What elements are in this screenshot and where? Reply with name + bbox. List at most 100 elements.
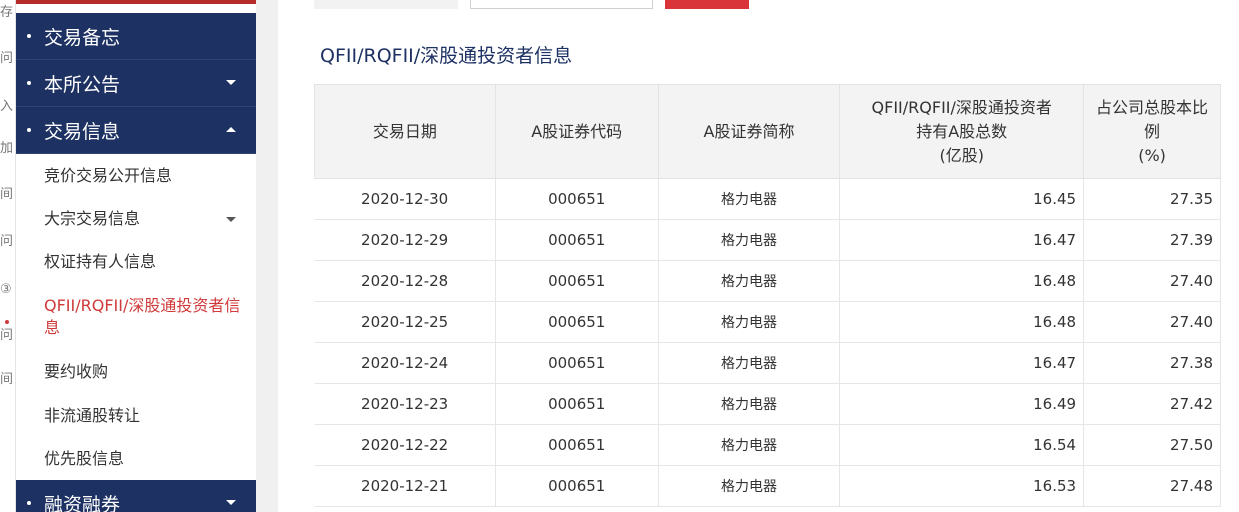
cell-ratio: 27.40 <box>1083 260 1221 302</box>
cell-shares: 16.47 <box>839 219 1084 261</box>
chevron-down-icon <box>226 217 236 222</box>
col-header-label: 占公司总股本比 例 (%) <box>1096 97 1209 165</box>
cell-ratio: 27.39 <box>1083 219 1221 261</box>
cell-name: 格力电器 <box>657 342 840 384</box>
table-row: 2020-12-22 000651 格力电器 16.54 27.50 <box>314 424 1221 466</box>
edge-glyph: 问 <box>0 51 14 66</box>
nav-header-announcements[interactable]: 本所公告 <box>16 60 256 107</box>
cell-date: 2020-12-29 <box>314 219 496 261</box>
qfii-holdings-table: 交易日期 A股证券代码 A股证券简称 QFII/RQFII/深股通投资者 持有A… <box>314 84 1221 507</box>
sidebar-top-accent <box>16 0 256 4</box>
sidebar-item-label: 要约收购 <box>44 362 109 381</box>
col-header-name: A股证券简称 <box>657 84 841 179</box>
chevron-down-icon <box>226 80 236 85</box>
table-row: 2020-12-23 000651 格力电器 16.49 27.42 <box>314 383 1221 425</box>
sidebar-gutter <box>256 0 278 512</box>
col-header-code: A股证券代码 <box>494 84 659 179</box>
cell-code: 000651 <box>494 424 659 466</box>
col-header-shares: QFII/RQFII/深股通投资者 持有A股总数 (亿股) <box>839 84 1085 179</box>
edge-glyph: 加 <box>0 141 14 156</box>
sidebar-item-auction-info[interactable]: 竞价交易公开信息 <box>16 165 256 187</box>
col-header-label: A股证券代码 <box>531 121 623 141</box>
cell-ratio: 27.35 <box>1083 178 1221 220</box>
nav-header-label: 交易备忘 <box>44 26 121 49</box>
sidebar-item-non-tradable-transfer[interactable]: 非流通股转让 <box>16 405 256 427</box>
sidebar-item-block-trade[interactable]: 大宗交易信息 <box>16 208 256 230</box>
cell-date: 2020-12-25 <box>314 301 496 343</box>
sidebar-item-warrant-holders[interactable]: 权证持有人信息 <box>16 251 256 273</box>
cell-name: 格力电器 <box>657 301 840 343</box>
cell-name: 格力电器 <box>657 260 840 302</box>
cell-name: 格力电器 <box>657 219 840 261</box>
col-header-label: QFII/RQFII/深股通投资者 持有A股总数 (亿股) <box>871 97 1052 165</box>
filter-select[interactable] <box>314 0 458 9</box>
cell-code: 000651 <box>494 260 659 302</box>
cell-date: 2020-12-21 <box>314 465 496 507</box>
edge-glyph: 间 <box>0 372 14 387</box>
edge-glyph: 问 <box>0 234 14 249</box>
sidebar-nav: 交易备忘 本所公告 交易信息 竞价交易公开信息 大宗交易信息 权证持有人信息 Q… <box>16 0 256 512</box>
cell-date: 2020-12-28 <box>314 260 496 302</box>
col-header-ratio: 占公司总股本比 例 (%) <box>1083 84 1221 179</box>
cell-shares: 16.45 <box>839 178 1084 220</box>
cell-name: 格力电器 <box>657 465 840 507</box>
cell-shares: 16.49 <box>839 383 1084 425</box>
bullet-icon <box>27 81 31 85</box>
cell-ratio: 27.42 <box>1083 383 1221 425</box>
cell-shares: 16.48 <box>839 301 1084 343</box>
col-header-date: 交易日期 <box>314 84 496 179</box>
sidebar-item-label: 竞价交易公开信息 <box>44 166 173 185</box>
nav-header-label: 交易信息 <box>44 120 121 143</box>
page-title: QFII/RQFII/深股通投资者信息 <box>320 45 573 67</box>
edge-glyph: 存 <box>0 5 14 20</box>
cell-date: 2020-12-30 <box>314 178 496 220</box>
edge-glyph: 间 <box>0 187 14 202</box>
cell-ratio: 27.40 <box>1083 301 1221 343</box>
sidebar-item-preferred-shares[interactable]: 优先股信息 <box>16 448 256 470</box>
nav-header-trading-info[interactable]: 交易信息 <box>16 107 256 154</box>
cell-code: 000651 <box>494 301 659 343</box>
cell-date: 2020-12-24 <box>314 342 496 384</box>
bullet-icon <box>27 128 31 132</box>
cell-code: 000651 <box>494 342 659 384</box>
sidebar-item-tender-offer[interactable]: 要约收购 <box>16 361 256 383</box>
cell-code: 000651 <box>494 219 659 261</box>
query-button[interactable] <box>665 0 749 9</box>
bullet-icon <box>27 34 31 38</box>
table-header-row: 交易日期 A股证券代码 A股证券简称 QFII/RQFII/深股通投资者 持有A… <box>314 84 1221 179</box>
bullet-icon <box>27 501 31 505</box>
cell-ratio: 27.48 <box>1083 465 1221 507</box>
chevron-down-icon <box>226 500 236 505</box>
sidebar-item-label: 优先股信息 <box>44 449 125 468</box>
cell-name: 格力电器 <box>657 424 840 466</box>
cell-code: 000651 <box>494 178 659 220</box>
cell-code: 000651 <box>494 465 659 507</box>
col-header-label: 交易日期 <box>372 121 437 141</box>
edge-dot <box>5 320 9 324</box>
table-row: 2020-12-28 000651 格力电器 16.48 27.40 <box>314 260 1221 302</box>
table-row: 2020-12-25 000651 格力电器 16.48 27.40 <box>314 301 1221 343</box>
left-edge-strip: 存 问 入 加 间 问 ③ 问 间 <box>0 0 16 512</box>
table-row: 2020-12-21 000651 格力电器 16.53 27.48 <box>314 465 1221 507</box>
nav-header-trading-memo[interactable]: 交易备忘 <box>16 13 256 60</box>
cell-ratio: 27.50 <box>1083 424 1221 466</box>
cell-name: 格力电器 <box>657 178 840 220</box>
chevron-up-icon <box>226 127 236 132</box>
nav-header-margin-trading[interactable]: 融资融券 <box>16 480 256 512</box>
cell-shares: 16.53 <box>839 465 1084 507</box>
cell-shares: 16.48 <box>839 260 1084 302</box>
edge-glyph: 问 <box>0 328 14 343</box>
sidebar-item-label: QFII/RQFII/深股通投资者信息 <box>44 296 241 337</box>
cell-date: 2020-12-23 <box>314 383 496 425</box>
sidebar-item-label: 权证持有人信息 <box>44 252 157 271</box>
sidebar-item-label: 非流通股转让 <box>44 406 141 425</box>
cell-shares: 16.47 <box>839 342 1084 384</box>
table-row: 2020-12-29 000651 格力电器 16.47 27.39 <box>314 219 1221 261</box>
search-input[interactable] <box>470 0 653 9</box>
nav-header-label: 融资融券 <box>44 493 121 512</box>
table-row: 2020-12-30 000651 格力电器 16.45 27.35 <box>314 178 1221 220</box>
table-row: 2020-12-24 000651 格力电器 16.47 27.38 <box>314 342 1221 384</box>
cell-ratio: 27.38 <box>1083 342 1221 384</box>
sidebar-item-qfii[interactable]: QFII/RQFII/深股通投资者信息 <box>16 295 256 339</box>
sidebar-item-label: 大宗交易信息 <box>44 209 141 228</box>
